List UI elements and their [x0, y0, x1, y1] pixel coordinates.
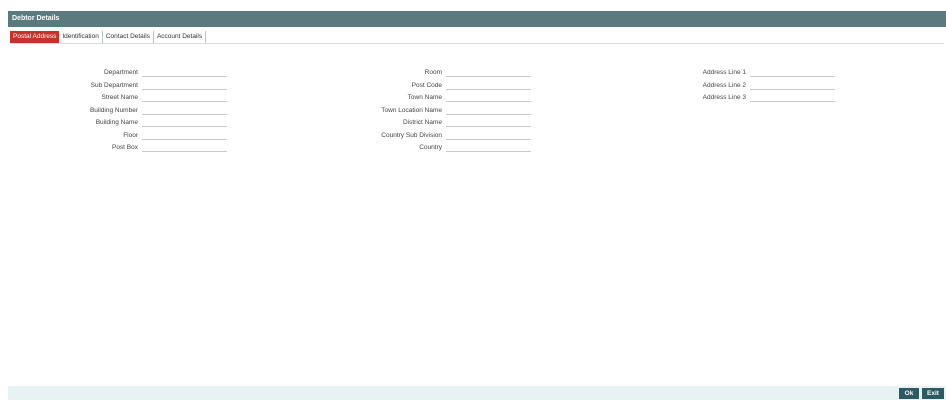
address-line-1-label: Address Line 1 — [702, 69, 746, 76]
form-column-2: Room Post Code Town Name Town Location N… — [308, 68, 532, 156]
town-location-name-input[interactable] — [446, 105, 531, 115]
town-location-name-label: Town Location Name — [381, 106, 442, 114]
country-sub-division-input[interactable] — [446, 130, 531, 140]
address-line-3-input[interactable] — [750, 93, 835, 102]
country-input[interactable] — [446, 143, 531, 152]
building-name-input[interactable] — [142, 118, 227, 127]
sub-department-input[interactable] — [142, 80, 227, 90]
town-name-label: Town Name — [407, 94, 442, 101]
tab-identification[interactable]: Identification — [59, 31, 103, 43]
sub-department-label: Sub Department — [90, 81, 138, 89]
tab-account-details[interactable]: Account Details — [154, 31, 207, 43]
street-name-input[interactable] — [142, 93, 227, 102]
post-box-label: Post Box — [111, 144, 138, 151]
post-code-input[interactable] — [446, 80, 531, 90]
address-line-3-label: Address Line 3 — [702, 94, 746, 101]
country-sub-division-label: Country Sub Division — [381, 131, 442, 139]
tab-contact-details[interactable]: Contact Details — [103, 31, 154, 43]
address-line-2-input[interactable] — [750, 80, 835, 90]
district-name-input[interactable] — [446, 118, 531, 127]
ok-button[interactable]: Ok — [899, 388, 919, 399]
exit-button[interactable]: Exit — [922, 388, 944, 399]
department-label: Department — [104, 69, 138, 76]
form-column-1: Department Sub Department Street Name Bu… — [8, 68, 228, 156]
tab-bar: Postal Address Identification Contact De… — [10, 31, 207, 43]
street-name-label: Street Name — [101, 94, 139, 101]
post-box-input[interactable] — [142, 143, 227, 152]
district-name-label: District Name — [402, 119, 442, 126]
building-number-input[interactable] — [142, 105, 227, 115]
floor-label: Floor — [123, 131, 138, 139]
tab-postal-address[interactable]: Postal Address — [10, 31, 60, 43]
address-line-1-input[interactable] — [750, 68, 835, 77]
post-code-label: Post Code — [411, 81, 442, 89]
country-label: Country — [419, 144, 442, 151]
town-name-input[interactable] — [446, 93, 531, 102]
footer-bar: Ok Exit — [8, 386, 946, 400]
address-line-2-label: Address Line 2 — [702, 81, 746, 89]
building-name-label: Building Name — [95, 119, 138, 126]
tab-divider — [10, 43, 944, 44]
room-input[interactable] — [446, 68, 531, 77]
form-column-3: Address Line 1 Address Line 2 Address Li… — [608, 68, 836, 106]
building-number-label: Building Number — [89, 106, 138, 114]
debtor-details-window: Debtor Details Postal Address Identifica… — [8, 11, 946, 400]
floor-input[interactable] — [142, 130, 227, 140]
department-input[interactable] — [142, 68, 227, 77]
room-label: Room — [424, 69, 442, 76]
window-title: Debtor Details — [8, 11, 946, 27]
